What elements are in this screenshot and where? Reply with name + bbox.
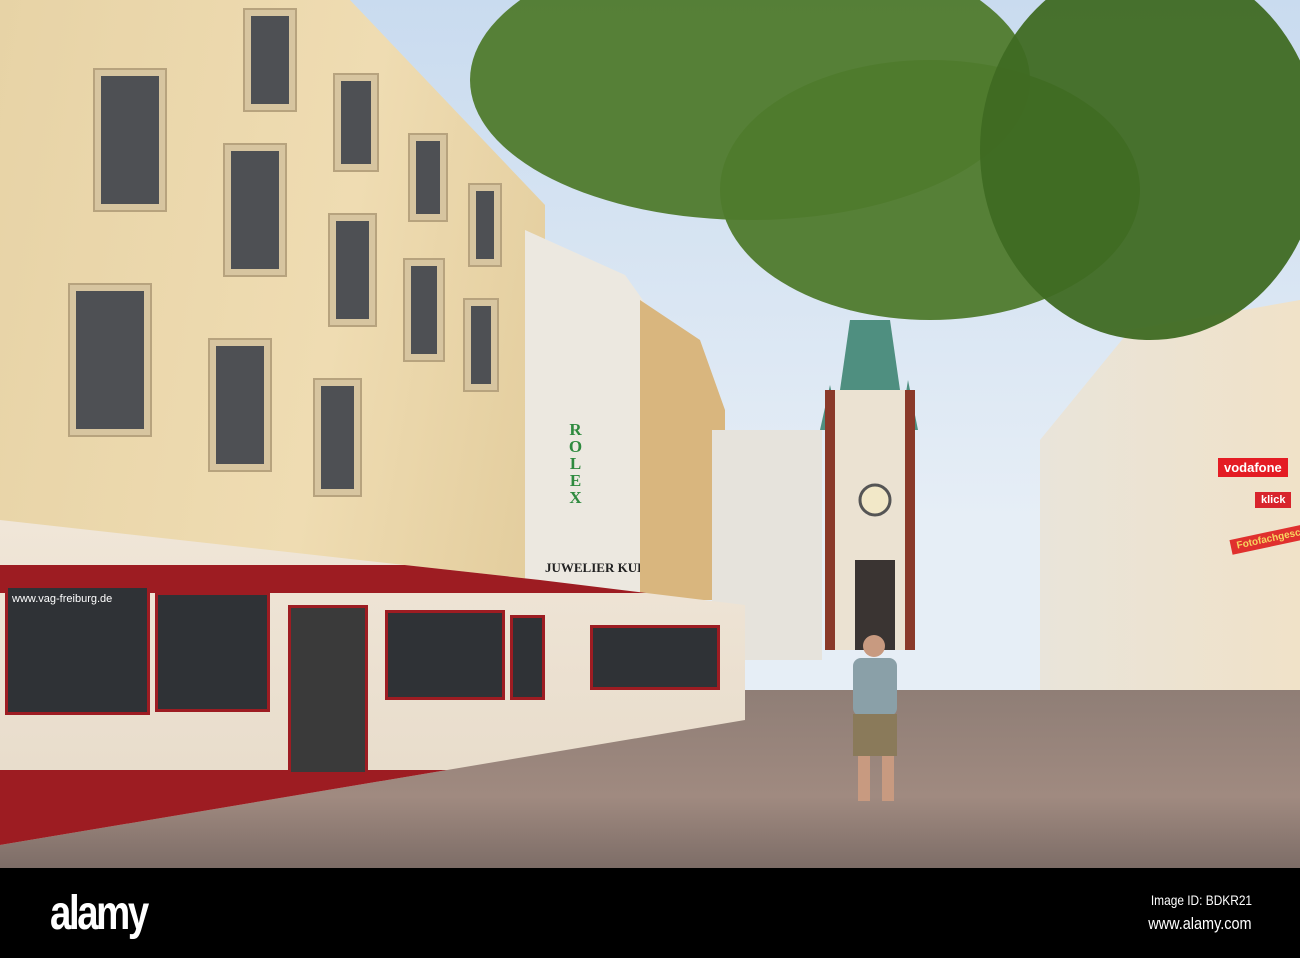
window: [330, 215, 375, 325]
window: [245, 10, 295, 110]
vodafone-sign: vodafone: [1218, 458, 1288, 477]
window: [405, 260, 443, 360]
white-building: [525, 230, 650, 605]
watermark-bar: alamy Image ID: BDKR21 www.alamy.com: [0, 868, 1300, 958]
window: [335, 75, 377, 170]
window: [225, 145, 285, 275]
street-photo: ROLEX JUWELIER KUHN vodafone klick Fotof…: [0, 0, 1300, 868]
tram-door: [288, 605, 368, 775]
pedestrian-man: [853, 635, 897, 801]
window: [95, 70, 165, 210]
martinstor-tower: [820, 320, 918, 650]
right-building: [1040, 300, 1300, 720]
tram-window: [590, 625, 720, 690]
window: [315, 380, 360, 495]
rolex-sign: ROLEX: [566, 420, 585, 505]
alamy-logo: alamy: [50, 887, 149, 940]
tram-url: www.vag-freiburg.de: [12, 593, 113, 605]
window: [470, 185, 500, 265]
alamy-url: www.alamy.com: [1148, 914, 1252, 933]
window: [210, 340, 270, 470]
image-id: Image ID: BDKR21: [1150, 892, 1252, 908]
tram-window: [385, 610, 505, 700]
window: [410, 135, 446, 220]
klick-sign: klick: [1255, 492, 1292, 508]
window: [465, 300, 497, 390]
window: [70, 285, 150, 435]
tram-window: [510, 615, 545, 700]
jeweler-sign: JUWELIER KUHN: [545, 560, 657, 575]
tram-window: [155, 592, 270, 712]
